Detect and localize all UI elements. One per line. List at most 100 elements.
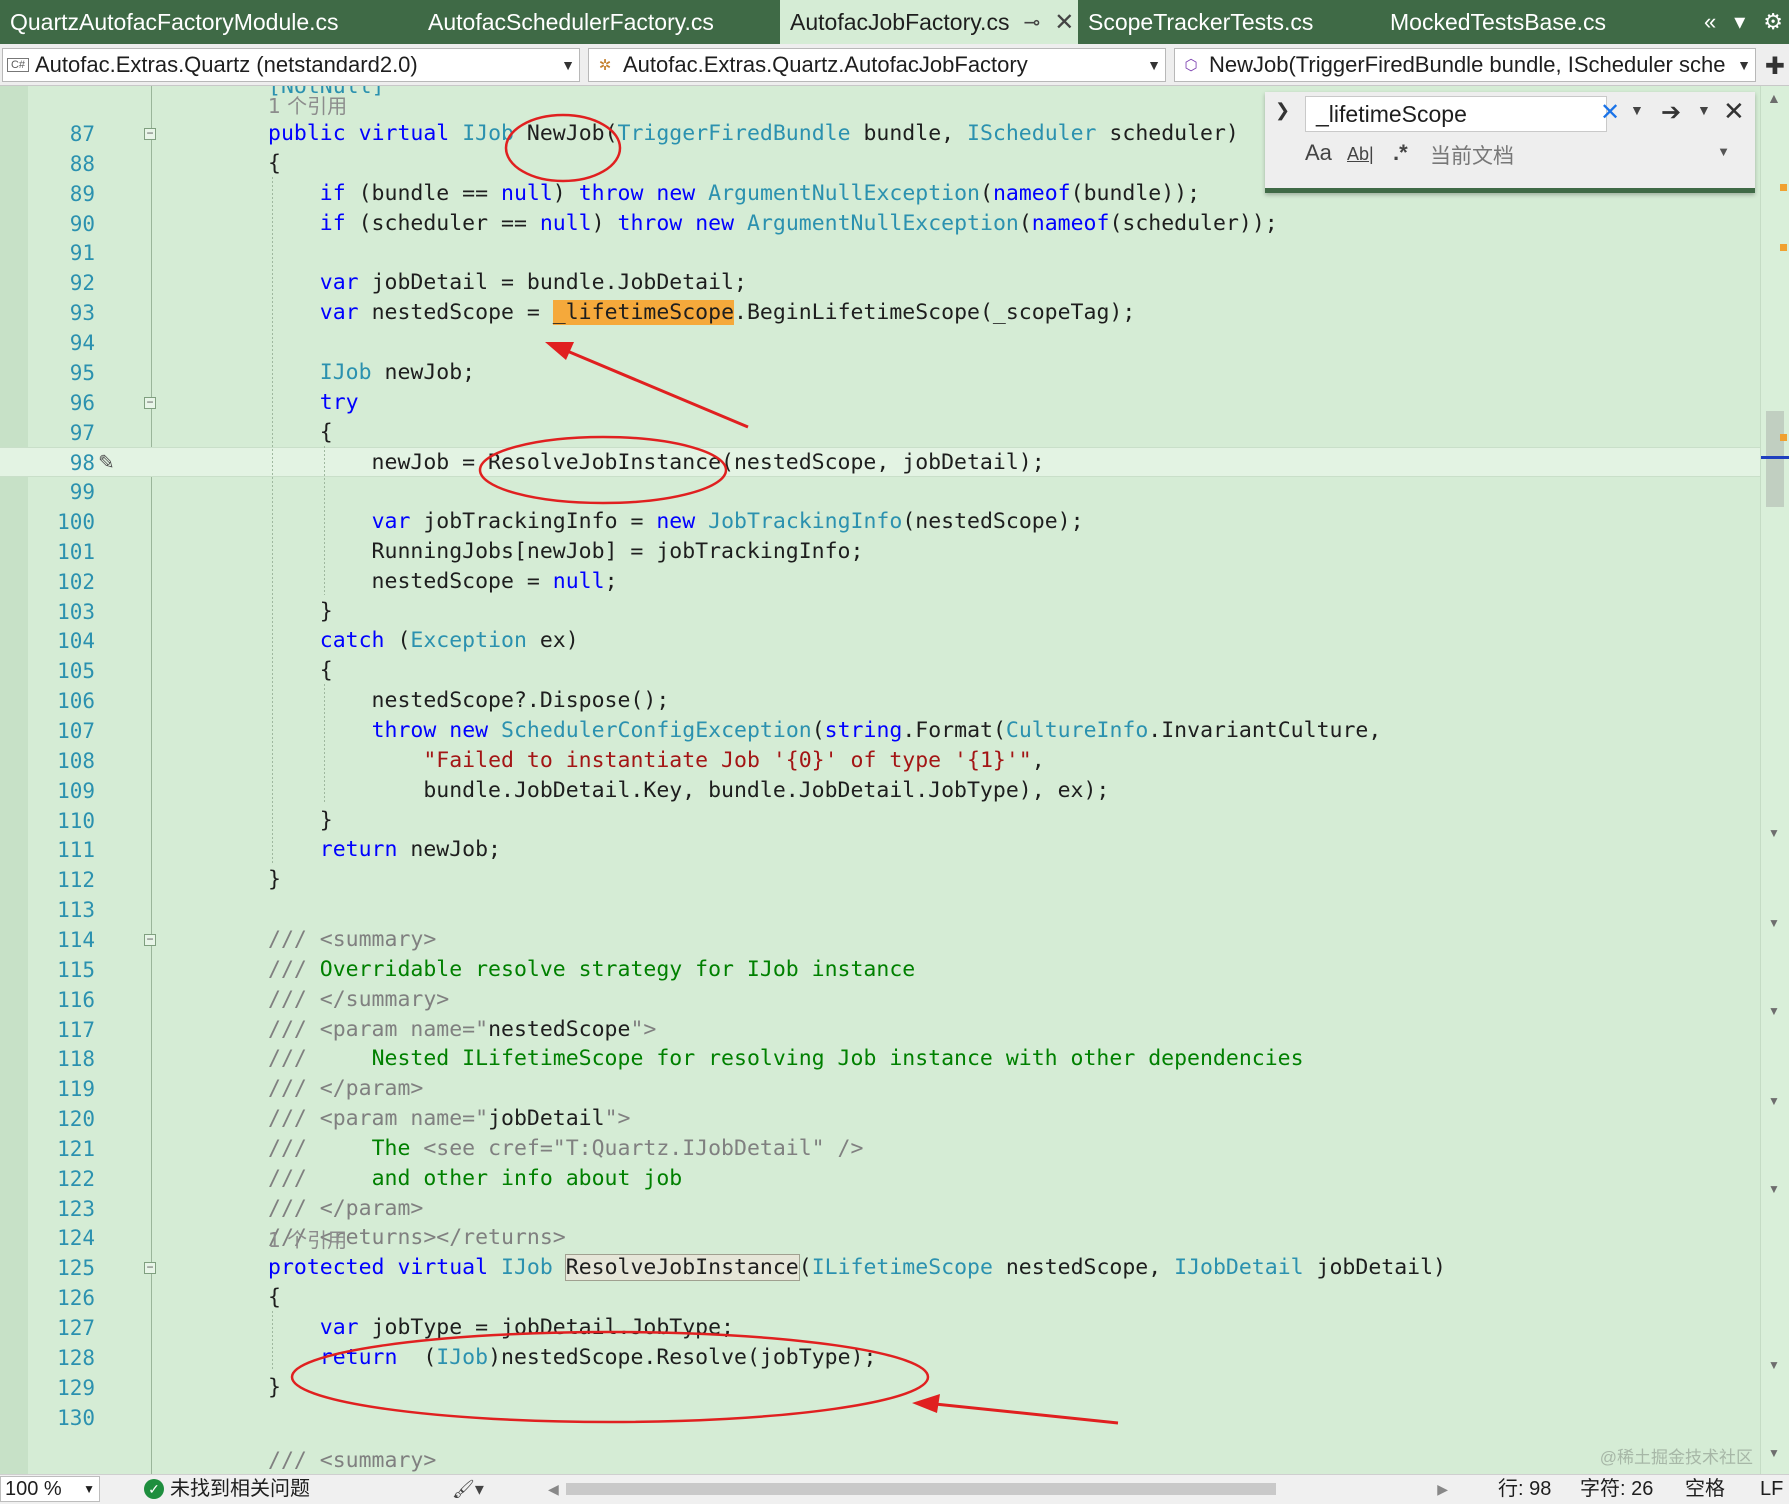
code-line[interactable]: 101 RunningJobs[newJob] = jobTrackingInf… [0, 537, 1760, 567]
code-line[interactable]: 113 [0, 895, 1760, 925]
close-icon[interactable]: ✕ [1723, 96, 1745, 127]
gear-icon[interactable]: ⚙ [1763, 9, 1783, 35]
code-line[interactable]: 103 } [0, 597, 1760, 627]
code-line[interactable]: 128 return (IJob)nestedScope.Resolve(job… [0, 1343, 1760, 1373]
code-line[interactable]: 123 /// </param> [0, 1194, 1760, 1224]
code-line[interactable]: 105 { [0, 656, 1760, 686]
code-line[interactable]: 120 /// <param name="jobDetail"> [0, 1104, 1760, 1134]
caret-position-marker [1761, 456, 1789, 459]
tab-mocked-tests-base[interactable]: MockedTestsBase.cs [1380, 0, 1650, 44]
chevron-down-icon: ▼ [1768, 1004, 1780, 1018]
clear-search-icon[interactable]: ✕ [1600, 98, 1620, 127]
tab-autofac-job-factory[interactable]: AutofacJobFactory.cs ⊸ ✕ [780, 0, 1078, 44]
find-widget: ❯ _lifetimeScope ✕ ▼ ➔ ▼ ✕ Aa Ab| .* 当前文… [1265, 92, 1755, 193]
code-line[interactable]: 93 var nestedScope = _lifetimeScope.Begi… [0, 298, 1760, 328]
tab-controls: « ▾ ⚙ [1704, 0, 1783, 44]
code-line[interactable]: 106 nestedScope?.Dispose(); [0, 686, 1760, 716]
chevron-down-icon: ▼ [1768, 1182, 1780, 1196]
tab-scope-tracker-tests[interactable]: ScopeTrackerTests.cs [1078, 0, 1380, 44]
tab-autofac-scheduler-factory[interactable]: AutofacSchedulerFactory.cs [418, 0, 780, 44]
code-line[interactable]: 104 catch (Exception ex) [0, 626, 1760, 656]
type-dropdown[interactable]: ✲ Autofac.Extras.Quartz.AutofacJobFactor… [588, 48, 1166, 82]
scroll-left-icon[interactable]: ◀ [548, 1478, 559, 1500]
find-scope-dropdown[interactable]: 当前文档 ▼ [1430, 140, 1730, 170]
code-cleanup-icon[interactable]: 🖌▾ [452, 1475, 484, 1503]
code-line[interactable]: 125 − 1 个引用 protected virtual IJob ResolveJ… [0, 1228, 1760, 1283]
code-line[interactable]: 110 } [0, 806, 1760, 836]
code-line[interactable]: 92 var jobDetail = bundle.JobDetail; [0, 268, 1760, 298]
scroll-right-icon[interactable]: ▶ [1437, 1478, 1448, 1500]
pin-icon[interactable]: ⊸ [1023, 10, 1040, 35]
code-line[interactable]: 99 [0, 477, 1760, 507]
code-line[interactable]: 111 return newJob; [0, 835, 1760, 865]
project-dropdown[interactable]: C# Autofac.Extras.Quartz (netstandard2.0… [2, 48, 580, 82]
eol-indicator[interactable]: LF [1760, 1475, 1783, 1503]
code-line[interactable]: /// <summary> [0, 1446, 1760, 1474]
code-line[interactable]: 126 { [0, 1283, 1760, 1313]
scrollbar-thumb[interactable] [566, 1483, 1276, 1495]
find-options-icon[interactable]: ▼ [1697, 102, 1711, 118]
references-codelens[interactable]: 1 个引用 [268, 94, 347, 118]
code-line[interactable]: 118 /// Nested ILifetimeScope for resolvi… [0, 1044, 1760, 1074]
code-line[interactable]: 94 [0, 328, 1760, 358]
code-line[interactable]: 95 IJob newJob; [0, 358, 1760, 388]
whole-word-icon[interactable]: Ab| [1347, 144, 1374, 165]
issues-indicator[interactable]: ✓ 未找到相关问题 [144, 1475, 310, 1503]
code-line[interactable]: 91 [0, 238, 1760, 268]
quick-actions-icon[interactable]: ✎ [98, 450, 115, 475]
collapse-icon[interactable]: − [144, 933, 156, 946]
expand-replace-icon[interactable]: ❯ [1275, 100, 1290, 121]
indent-indicator[interactable]: 空格 [1685, 1475, 1725, 1503]
chevron-down-icon[interactable]: ▾ [1734, 9, 1745, 35]
code-text: } [268, 867, 281, 893]
code-line[interactable]: 90 if (scheduler == null) throw new Argu… [0, 209, 1760, 239]
code-line[interactable]: 130 [0, 1403, 1760, 1433]
collapse-icon[interactable]: − [144, 396, 156, 409]
code-line[interactable]: 100 var jobTrackingInfo = new JobTrackin… [0, 507, 1760, 537]
code-line[interactable]: 115 /// Overridable resolve strategy for … [0, 955, 1760, 985]
code-line[interactable]: 109 bundle.JobDetail.Key, bundle.JobDeta… [0, 776, 1760, 806]
code-editor[interactable]: [NotNull]/// <summary> 87−1 个引用 public vir… [0, 86, 1760, 1474]
code-line[interactable]: 114 − /// <summary> [0, 925, 1760, 955]
find-next-icon[interactable]: ➔ [1661, 98, 1681, 127]
code-line[interactable]: 119 /// </param> [0, 1074, 1760, 1104]
collapse-icon[interactable]: − [144, 127, 156, 140]
close-tab-icon[interactable]: ✕ [1054, 8, 1074, 37]
regex-icon[interactable]: .* [1393, 140, 1408, 166]
indent-guide [324, 445, 325, 595]
match-case-icon[interactable]: Aa [1305, 140, 1332, 166]
split-window-icon[interactable]: ✚ [1765, 52, 1785, 81]
scroll-down-icon[interactable]: ▼ [1768, 1446, 1780, 1460]
code-line[interactable]: 117 /// <param name="nestedScope"> [0, 1015, 1760, 1045]
scroll-tabs-icon[interactable]: « [1704, 9, 1716, 35]
code-line[interactable]: 96 − try [0, 388, 1760, 418]
scrollbar-thumb[interactable] [1766, 411, 1784, 507]
horizontal-scrollbar[interactable]: ◀ ▶ [548, 1478, 1448, 1500]
search-history-icon[interactable]: ▼ [1630, 102, 1644, 118]
code-line[interactable]: 107 throw new SchedulerConfigException(s… [0, 716, 1760, 746]
zoom-dropdown[interactable]: 100 % ▼ [0, 1476, 100, 1502]
references-codelens[interactable]: 1 个引用 [268, 1228, 347, 1252]
method-icon: ⬡ [1184, 57, 1198, 74]
code-line[interactable]: 98 ✎ newJob = ResolveJobInstance(nestedSc… [0, 447, 1760, 478]
navigation-bar: C# Autofac.Extras.Quartz (netstandard2.0… [0, 44, 1789, 86]
code-line[interactable]: 124/// <returns></returns> [0, 1223, 1760, 1253]
code-line[interactable]: 112} [0, 865, 1760, 895]
chevron-down-icon: ▼ [1717, 144, 1730, 159]
member-dropdown[interactable]: ⬡ NewJob(TriggerFiredBundle bundle, ISch… [1174, 48, 1756, 82]
code-line[interactable]: 116 /// </summary> [0, 985, 1760, 1015]
code-line[interactable]: 108 "Failed to instantiate Job '{0}' of … [0, 746, 1760, 776]
char-indicator[interactable]: 字符: 26 [1580, 1475, 1653, 1503]
code-line[interactable]: 122 /// and other info about job [0, 1164, 1760, 1194]
code-line[interactable]: 127 var jobType = jobDetail.JobType; [0, 1313, 1760, 1343]
scroll-up-icon[interactable]: ▲ [1767, 90, 1781, 106]
code-line[interactable]: 121 /// The <see cref="T:Quartz.IJobDetai… [0, 1134, 1760, 1164]
code-line[interactable]: 129} [0, 1373, 1760, 1403]
collapse-icon[interactable]: − [144, 1261, 156, 1275]
code-line[interactable]: 97 { [0, 418, 1760, 448]
code-line[interactable]: 102 nestedScope = null; [0, 567, 1760, 597]
line-indicator[interactable]: 行: 98 [1498, 1475, 1551, 1503]
tab-quartz-autofac-factory-module[interactable]: QuartzAutofacFactoryModule.cs [0, 0, 418, 44]
find-input[interactable]: _lifetimeScope [1305, 96, 1607, 132]
vertical-scrollbar[interactable]: ▲ ▼ ▼ ▼ ▼ ▼ ▼ ▼ [1760, 86, 1789, 1474]
